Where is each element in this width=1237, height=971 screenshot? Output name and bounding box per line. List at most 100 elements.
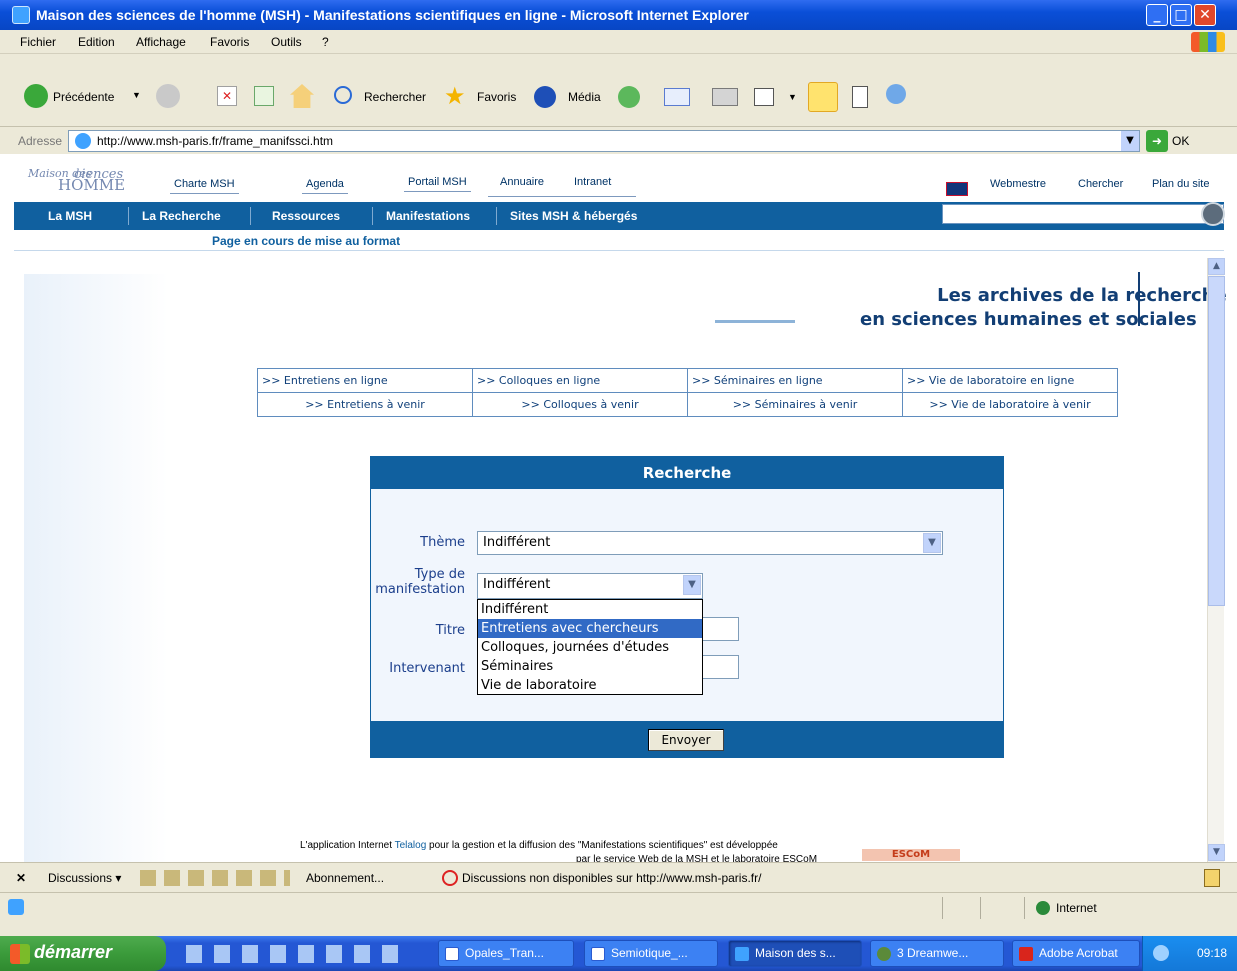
search-button[interactable]: Rechercher [364, 90, 426, 104]
subscribe-button[interactable]: Abonnement... [306, 871, 384, 885]
option-indifferent[interactable]: Indifférent [478, 600, 702, 619]
type-dropdown-list[interactable]: Indifférent Entretiens avec chercheurs C… [477, 599, 703, 695]
menu-edition[interactable]: Edition [78, 35, 115, 49]
tray-expand-icon[interactable] [1153, 945, 1169, 961]
favorites-star-icon[interactable]: ★ [444, 82, 466, 111]
back-button[interactable]: Précédente [53, 90, 114, 104]
link-vie-labo-en-ligne[interactable]: >> Vie de laboratoire en ligne [902, 368, 1118, 393]
internet-explorer-icon [12, 6, 30, 24]
task-dreamweaver[interactable]: 3 Dreamwe... [870, 940, 1004, 967]
scroll-up-icon[interactable]: ▲ [1208, 258, 1225, 275]
type-dropdown-icon[interactable]: ▼ [683, 575, 701, 595]
nav-ressources[interactable]: Ressources [272, 209, 340, 223]
theme-select[interactable]: Indifférent ▼ [477, 531, 943, 555]
close-discussions-icon[interactable]: ✕ [16, 871, 26, 885]
address-dropdown-icon[interactable]: ▼ [1121, 131, 1139, 151]
nav-separator [128, 207, 129, 225]
type-select[interactable]: Indifférent ▼ [477, 573, 703, 599]
media-button[interactable]: Média [568, 90, 601, 104]
quick-launch-icons[interactable] [186, 945, 408, 963]
link-webmestre[interactable]: Webmestre [990, 178, 1046, 190]
nav-la-recherche[interactable]: La Recherche [142, 209, 221, 223]
nav-separator [496, 207, 497, 225]
escom-logo[interactable]: ESCoM [862, 849, 960, 861]
home-icon[interactable] [290, 84, 314, 108]
history-icon[interactable] [618, 86, 640, 108]
titre-label: Titre [435, 623, 465, 638]
back-arrow-icon[interactable] [24, 84, 48, 108]
note-icon[interactable] [808, 82, 838, 112]
link-entretiens-en-ligne[interactable]: >> Entretiens en ligne [257, 368, 473, 393]
go-button[interactable]: OK [1172, 134, 1189, 148]
link-vie-labo-a-venir[interactable]: >> Vie de laboratoire à venir [902, 392, 1118, 417]
msh-logo[interactable]: Maison des ciences HOMME [28, 168, 125, 193]
telalog-link[interactable]: Telalog [395, 840, 427, 851]
envoyer-button[interactable]: Envoyer [648, 729, 724, 751]
scroll-thumb[interactable] [1208, 276, 1225, 606]
window-title-bar[interactable]: Maison des sciences de l'homme (MSH) - M… [0, 0, 1237, 30]
link-annuaire[interactable]: Annuaire [500, 176, 544, 188]
page-status-icon [8, 899, 24, 915]
discussions-button[interactable]: Discussions ▾ [48, 871, 121, 885]
option-seminaires[interactable]: Séminaires [478, 657, 702, 676]
messenger-document-icon[interactable] [852, 86, 868, 108]
mail-icon[interactable] [664, 88, 690, 106]
link-plan-du-site[interactable]: Plan du site [1152, 178, 1209, 190]
print-icon[interactable] [712, 88, 738, 106]
favorites-button[interactable]: Favoris [477, 90, 516, 104]
option-colloques[interactable]: Colloques, journées d'études [478, 638, 702, 657]
link-intranet[interactable]: Intranet [574, 176, 611, 188]
refresh-icon[interactable] [254, 86, 274, 106]
link-colloques-en-ligne[interactable]: >> Colloques en ligne [472, 368, 688, 393]
main-nav: La MSH La Recherche Ressources Manifesta… [14, 202, 1225, 230]
link-entretiens-a-venir[interactable]: >> Entretiens à venir [257, 392, 473, 417]
close-button[interactable]: ✕ [1194, 4, 1216, 26]
link-charte-msh[interactable]: Charte MSH [170, 178, 239, 194]
task-maison-des-sciences[interactable]: Maison des s... [728, 940, 862, 967]
link-chercher[interactable]: Chercher [1078, 178, 1123, 190]
messenger-users-icon[interactable] [886, 84, 906, 104]
edit-dropdown-icon[interactable]: ▼ [788, 92, 797, 102]
standard-toolbar: Précédente ▼ ✕ Rechercher ★ Favoris Médi… [0, 54, 1237, 126]
forward-arrow-icon[interactable] [156, 84, 180, 108]
maximize-button[interactable]: □ [1170, 4, 1192, 26]
menu-favoris[interactable]: Favoris [210, 35, 249, 49]
option-entretiens[interactable]: Entretiens avec chercheurs [478, 619, 702, 638]
option-vie-labo[interactable]: Vie de laboratoire [478, 676, 702, 695]
address-input[interactable]: http://www.msh-paris.fr/frame_manifssci.… [68, 130, 1140, 152]
uk-flag-icon[interactable] [946, 182, 968, 196]
minimize-button[interactable]: _ [1146, 4, 1168, 26]
nav-sites-msh[interactable]: Sites MSH & hébergés [510, 209, 637, 223]
media-icon[interactable] [534, 86, 556, 108]
discussion-pane-icon[interactable] [1204, 869, 1220, 887]
stop-icon[interactable]: ✕ [217, 86, 237, 106]
web-content: Maison des ciences HOMME Charte MSH Agen… [0, 154, 1237, 862]
nav-manifestations[interactable]: Manifestations [386, 209, 470, 223]
menu-fichier[interactable]: Fichier [20, 35, 56, 49]
menu-affichage[interactable]: Affichage [136, 35, 186, 49]
nav-search-input[interactable] [942, 202, 1225, 226]
link-colloques-a-venir[interactable]: >> Colloques à venir [472, 392, 688, 417]
link-portail-msh[interactable]: Portail MSH [404, 176, 471, 192]
nav-la-msh[interactable]: La MSH [48, 209, 92, 223]
menu-help[interactable]: ? [322, 35, 329, 49]
start-button[interactable]: démarrer [0, 936, 166, 971]
link-agenda[interactable]: Agenda [302, 178, 348, 194]
clock[interactable]: 09:18 [1197, 946, 1227, 960]
go-arrow-icon[interactable]: ➜ [1146, 130, 1168, 152]
link-seminaires-en-ligne[interactable]: >> Séminaires en ligne [687, 368, 903, 393]
edit-icon[interactable] [754, 88, 774, 106]
menu-outils[interactable]: Outils [271, 35, 302, 49]
back-dropdown-icon[interactable]: ▼ [132, 90, 141, 100]
search-icon[interactable] [334, 86, 352, 104]
address-url[interactable]: http://www.msh-paris.fr/frame_manifssci.… [97, 134, 333, 148]
scroll-down-icon[interactable]: ▼ [1208, 844, 1225, 861]
discussion-tools-icon[interactable] [140, 870, 290, 886]
task-opales[interactable]: Opales_Tran... [438, 940, 574, 967]
task-adobe-acrobat[interactable]: Adobe Acrobat [1012, 940, 1140, 967]
vertical-scrollbar[interactable]: ▲ ▼ [1207, 258, 1225, 862]
theme-dropdown-icon[interactable]: ▼ [923, 533, 941, 553]
link-seminaires-a-venir[interactable]: >> Séminaires à venir [687, 392, 903, 417]
task-semiotique[interactable]: Semiotique_... [584, 940, 718, 967]
search-go-icon[interactable] [1201, 202, 1225, 226]
